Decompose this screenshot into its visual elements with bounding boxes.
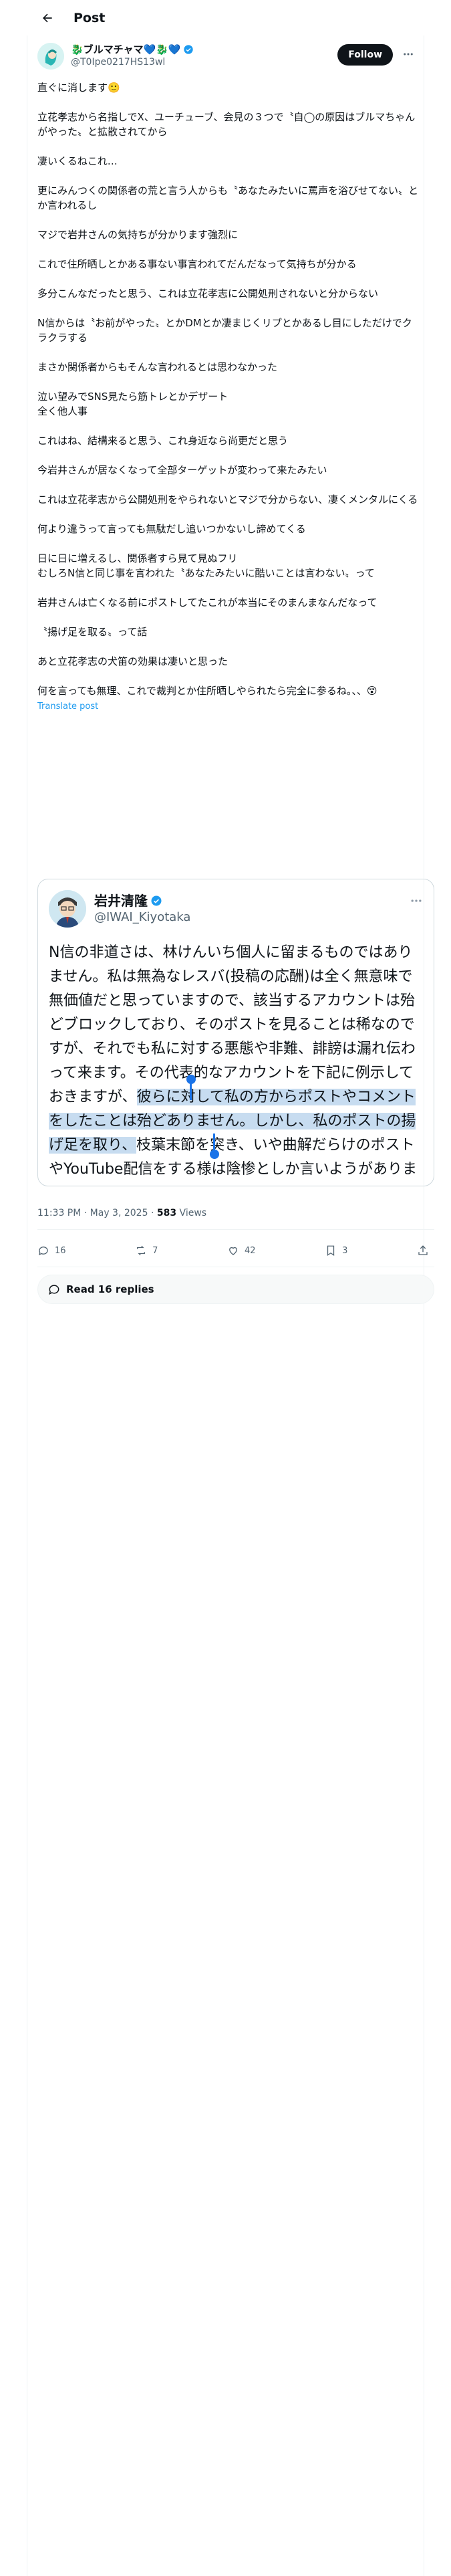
reply-count: 16 [55, 1245, 66, 1256]
author-avatar[interactable] [37, 43, 64, 70]
chat-bubble-icon [49, 1285, 59, 1295]
reply-button[interactable]: 16 [37, 1245, 66, 1257]
author-display-name[interactable]: 🐉ブルマチャマ💙🐉💙 [71, 43, 181, 56]
post-timestamp[interactable]: 11:33 PM · May 3, 2025 · 583 Views [37, 1206, 206, 1220]
post-paragraph: あと立花孝志の犬笛の効果は凄いと思った [37, 655, 229, 667]
views-label: Views [179, 1208, 207, 1218]
page-title: Post [73, 10, 106, 25]
post-paragraph: 凄いくるねこれ… [37, 155, 118, 167]
repost-count: 7 [152, 1245, 158, 1256]
back-arrow-icon[interactable] [36, 7, 59, 29]
selection-end-handle[interactable] [210, 1150, 219, 1159]
post-paragraph: 何を言っても無理、これで裁判とか住所晒しやられたら完全に参るね。、、😵 [37, 685, 378, 697]
post-paragraph: 直ぐに消します🙂 [37, 82, 120, 94]
quoted-post[interactable]: 岩井清隆 @IWAI_Kiyotaka N信の非道さは、林けんいち個人に留まるも… [37, 879, 434, 1186]
post-paragraph: 岩井さんは亡くなる前にポストしてたこれが本当にそのまんまなんだなって [37, 597, 378, 609]
post-author: 🐉ブルマチャマ💙🐉💙 @T0Ipe0217HS13wl Follow [37, 43, 416, 72]
more-options-icon[interactable] [401, 47, 416, 62]
post-paragraph: これはね、結構来ると思う、これ身近なら尚更だと思う [37, 435, 289, 447]
reply-icon [38, 1247, 48, 1256]
post-time[interactable]: 11:33 PM · May 3, 2025 [37, 1208, 148, 1218]
post-paragraph: 今岩井さんが居なくなって全部ターゲットが変わって来たみたい [37, 464, 327, 476]
post-paragraph: 何より違うって言っても無駄だし追いつかないし諦めてくる [37, 523, 306, 535]
post-paragraph: 泣い望みでSNS見たら筋トレとかデザート 全く他人事 [37, 391, 229, 417]
post-paragraph: 多分こんなだったと思う、これは立花孝志に公開処刑されないと分からない [37, 288, 379, 300]
bookmark-icon [327, 1245, 335, 1257]
post-paragraph: これは立花孝志から公開処刑をやられないとマジで分からない、凄くメンタルにくる [37, 494, 418, 506]
verified-badge-icon [183, 45, 193, 54]
post-paragraph: 〝揚げ足を取る〟って話 [37, 626, 148, 638]
heart-icon [229, 1247, 237, 1255]
read-replies-button[interactable]: Read 16 replies [37, 1275, 434, 1304]
translate-post-link[interactable]: Translate post [37, 701, 418, 713]
verified-badge-icon [151, 895, 162, 906]
bookmark-count: 3 [342, 1245, 348, 1256]
share-button[interactable] [417, 1245, 434, 1257]
divider [37, 1229, 434, 1230]
like-count: 42 [244, 1245, 256, 1256]
post-paragraph: 日に日に増えるし、関係者すら見て見ぬフリ むしろN信と同じ事を言われた〝あなたみ… [37, 552, 375, 579]
like-button[interactable]: 42 [227, 1245, 256, 1257]
post-paragraph: これで住所晒しとかある事ない事言われてだんだなって気持ちが分かる [37, 258, 357, 270]
quote-text-before: N信の非道さは、林けんいち個人に留まるものではありません。私は無為なレスバ(投稿… [49, 944, 416, 1105]
selection-start-bar [190, 1083, 192, 1100]
quote-author-handle: @IWAI_Kiyotaka [94, 910, 191, 924]
top-bar: Post [27, 0, 424, 35]
post-body: 直ぐに消します🙂 立花孝志から名指しでX、ユーチューブ、会見の３つで〝自◯の原因… [37, 80, 418, 713]
more-options-icon[interactable] [410, 894, 423, 910]
repost-icon [137, 1245, 146, 1256]
share-icon [418, 1245, 428, 1255]
quote-author-name: 岩井清隆 [94, 893, 148, 909]
read-replies-label: Read 16 replies [66, 1283, 154, 1295]
post-paragraph: 更にみんつくの関係者の荒と言う人からも〝あなたみたいに罵声を浴びせてない〟とか言… [37, 185, 419, 211]
post-paragraph: 立花孝志から名指しでX、ユーチューブ、会見の３つで〝自◯の原因はブルマちゃんがや… [37, 111, 416, 138]
repost-button[interactable]: 7 [135, 1245, 158, 1257]
quote-text: N信の非道さは、林けんいち個人に留まるものではありません。私は無為なレスバ(投稿… [49, 941, 423, 1186]
post-paragraph: まさか関係者からもそんな言われるとは思わなかった [37, 361, 277, 373]
views-count: 583 [156, 1208, 177, 1218]
follow-button[interactable]: Follow [337, 44, 393, 66]
action-bar: 16 7 42 3 [37, 1236, 434, 1265]
post-paragraph: マジで岩井さんの気持ちが分かります強烈に [37, 229, 239, 241]
bookmark-button[interactable]: 3 [325, 1245, 347, 1257]
quote-author-avatar[interactable] [49, 890, 86, 928]
post-paragraph: N信からは〝お前がやった〟とかDMとか凄まじくリプとかあるし目にしただけでクラク… [37, 317, 412, 344]
